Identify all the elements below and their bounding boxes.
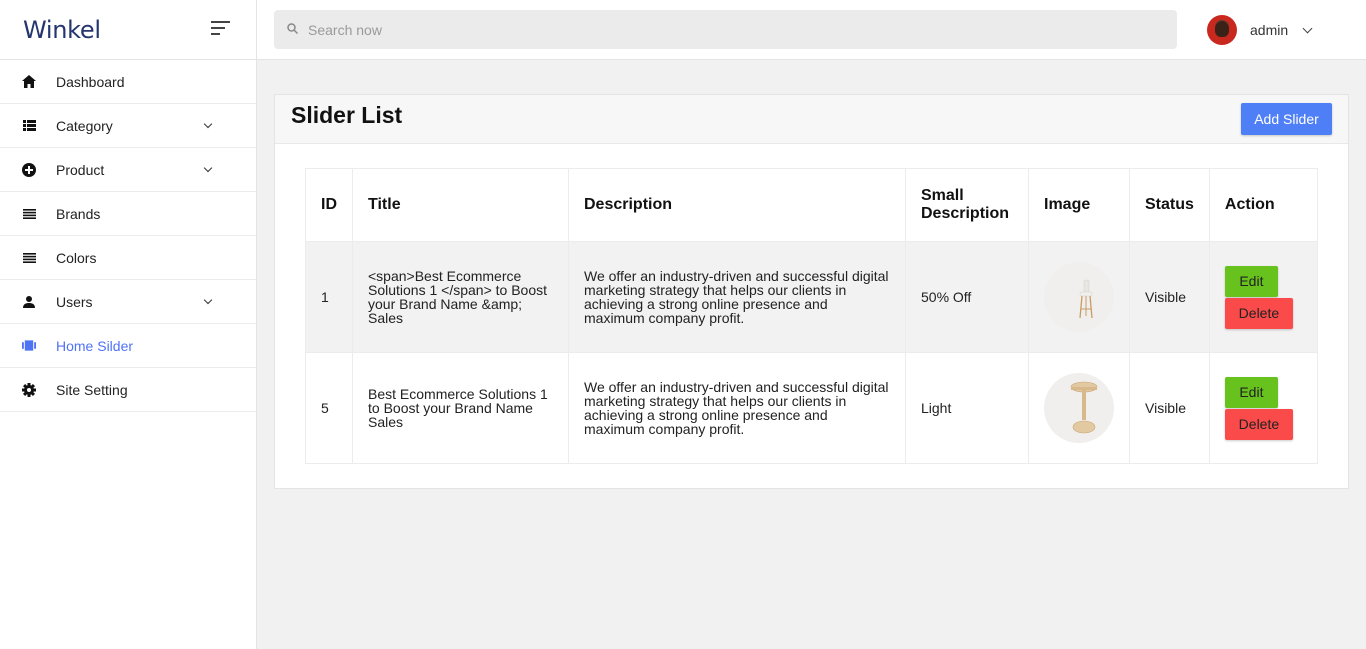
cell-status: Visible [1129, 241, 1210, 353]
sidebar-item-label: Home Silder [56, 337, 134, 354]
slider-table: ID Title Description Small Description I… [305, 168, 1319, 464]
cell-id: 1 [305, 241, 353, 353]
cell-description: We offer an industry-driven and successf… [568, 241, 906, 353]
home-icon [22, 75, 36, 89]
chevron-down-icon[interactable] [1302, 23, 1313, 33]
sidebar-item-users[interactable]: Users [0, 280, 256, 324]
cell-description: We offer an industry-driven and successf… [568, 352, 906, 464]
edit-button[interactable]: Edit [1224, 265, 1278, 297]
sidebar-item-label: Users [56, 293, 93, 310]
user-name[interactable]: admin [1250, 22, 1288, 38]
list-icon [22, 119, 36, 133]
slider-icon [22, 339, 36, 353]
brand-logo[interactable]: Winkel [23, 16, 101, 44]
sidebar-item-site-setting[interactable]: Site Setting [0, 368, 256, 412]
column-header-status: Status [1129, 168, 1210, 242]
cell-status: Visible [1129, 352, 1210, 464]
table-header-row: ID Title Description Small Description I… [305, 168, 1319, 242]
slider-list-card: Slider List Add Slider ID Title Descript… [274, 94, 1349, 489]
cell-small-description: 50% Off [905, 241, 1029, 353]
bar-stool-image [1044, 262, 1114, 332]
sidebar-item-brands[interactable]: Brands [0, 192, 256, 236]
table-row: 5 Best Ecommerce Solutions 1 to Boost yo… [305, 352, 1319, 464]
brand-bar: Winkel [0, 0, 256, 60]
cell-image [1028, 241, 1130, 353]
column-header-title: Title [352, 168, 569, 242]
sidebar-item-dashboard[interactable]: Dashboard [0, 60, 256, 104]
add-slider-button[interactable]: Add Slider [1241, 103, 1332, 135]
delete-button[interactable]: Delete [1224, 408, 1293, 440]
sidebar: Winkel Dashboard Category Product Brands… [0, 0, 257, 649]
sidebar-item-label: Site Setting [56, 381, 128, 398]
chevron-down-icon [203, 119, 213, 129]
user-menu[interactable]: admin [1207, 14, 1313, 46]
lines-icon [22, 207, 36, 221]
chevron-down-icon [203, 163, 213, 173]
column-header-action: Action [1208, 168, 1319, 242]
top-header: admin [257, 0, 1366, 60]
avatar[interactable] [1207, 15, 1237, 45]
cell-title: <span>Best Ecommerce Solutions 1 </span>… [352, 241, 569, 353]
edit-button[interactable]: Edit [1224, 376, 1278, 408]
delete-button[interactable]: Delete [1224, 297, 1293, 329]
person-icon [22, 295, 36, 309]
sidebar-item-category[interactable]: Category [0, 104, 256, 148]
sidebar-item-label: Dashboard [56, 73, 125, 90]
column-header-image: Image [1028, 168, 1130, 242]
column-header-small-description: Small Description [905, 168, 1029, 242]
sidebar-item-label: Product [56, 161, 105, 178]
sidebar-item-colors[interactable]: Colors [0, 236, 256, 280]
cell-action: Edit Delete [1208, 241, 1319, 353]
cell-action: Edit Delete [1208, 352, 1319, 464]
cell-title: Best Ecommerce Solutions 1 to Boost your… [352, 352, 569, 464]
sidebar-item-label: Colors [56, 249, 97, 266]
menu-toggle-icon[interactable] [211, 21, 231, 37]
lines-icon [22, 251, 36, 265]
plus-circle-icon [22, 162, 36, 177]
cell-image [1028, 352, 1130, 464]
search-input[interactable] [308, 21, 1168, 38]
chevron-down-icon [203, 295, 213, 305]
sidebar-item-label: Category [56, 117, 113, 134]
side-table-image [1044, 373, 1114, 443]
page-title: Slider List [291, 102, 403, 128]
sidebar-item-home-slider[interactable]: Home Silder [0, 324, 256, 368]
card-header: Slider List Add Slider [275, 95, 1348, 144]
cell-id: 5 [305, 352, 353, 464]
search-bar [274, 10, 1177, 49]
column-header-id: ID [305, 168, 353, 242]
table-row: 1 <span>Best Ecommerce Solutions 1 </spa… [305, 241, 1319, 353]
sidebar-item-label: Brands [56, 205, 101, 222]
search-icon [287, 21, 299, 39]
sidebar-item-product[interactable]: Product [0, 148, 256, 192]
column-header-description: Description [568, 168, 906, 242]
cell-small-description: Light [905, 352, 1029, 464]
gear-icon [22, 382, 36, 397]
